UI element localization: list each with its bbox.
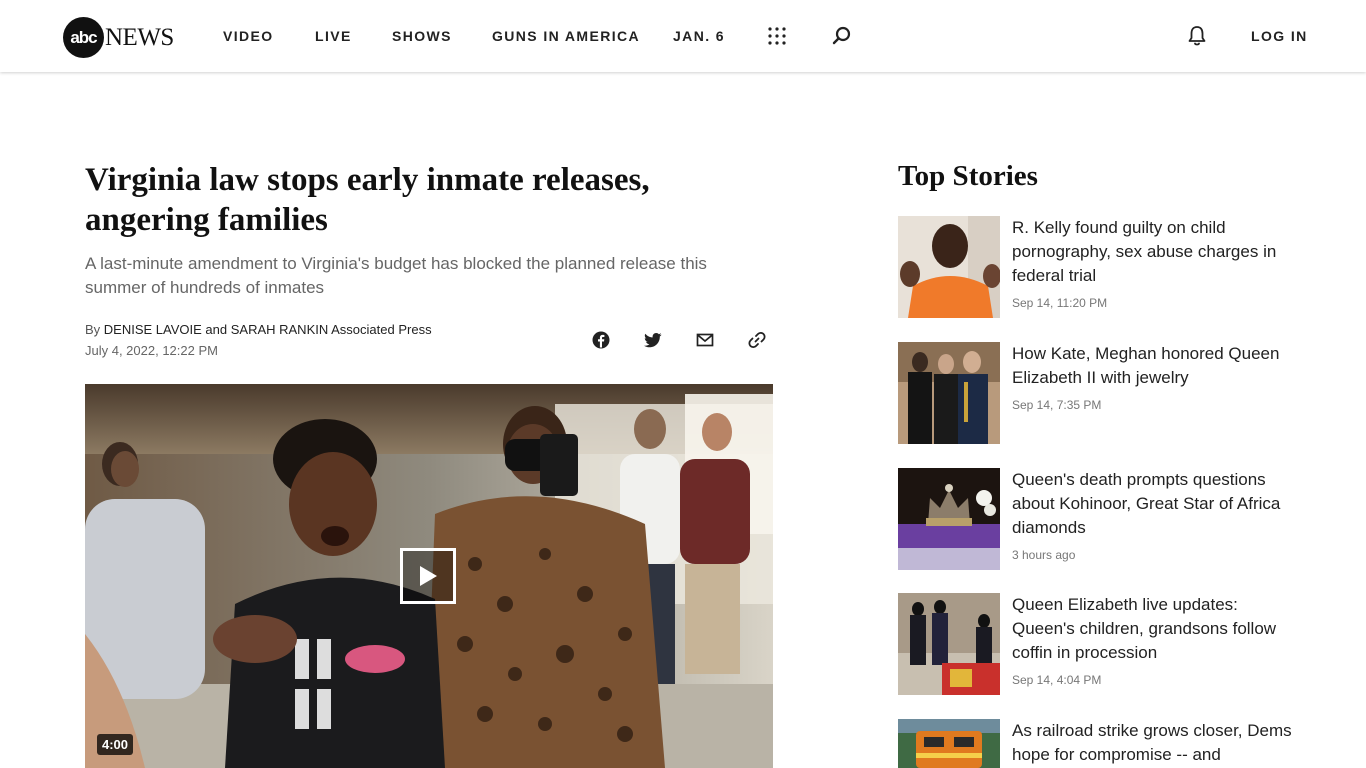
email-icon[interactable] bbox=[695, 330, 715, 350]
video-duration: 4:00 bbox=[97, 734, 134, 755]
top-story-item[interactable]: How Kate, Meghan honored Queen Elizabeth… bbox=[898, 342, 1298, 444]
story-title[interactable]: As railroad strike grows closer, Dems ho… bbox=[1012, 719, 1292, 767]
nav-guns-in-america[interactable]: GUNS IN AMERICA bbox=[492, 28, 640, 44]
article-date: July 4, 2022, 12:22 PM bbox=[85, 343, 218, 358]
nav-jan-6[interactable]: JAN. 6 bbox=[673, 28, 725, 44]
logo-badge: abc bbox=[63, 17, 104, 58]
logo-wordmark: NEWS bbox=[105, 23, 174, 51]
twitter-icon[interactable] bbox=[643, 330, 663, 350]
top-story-item[interactable]: As railroad strike grows closer, Dems ho… bbox=[898, 719, 1298, 768]
article-lead-video[interactable]: 4:00 bbox=[85, 384, 773, 768]
byline-authors[interactable]: DENISE LAVOIE and SARAH RANKIN Associate… bbox=[104, 322, 432, 337]
play-icon bbox=[420, 566, 437, 586]
top-stories-heading: Top Stories bbox=[898, 160, 1038, 192]
top-navigation-bar: abc NEWS VIDEO LIVE SHOWS GUNS IN AMERIC… bbox=[0, 0, 1366, 72]
byline-prefix: By bbox=[85, 322, 104, 337]
story-timestamp: Sep 14, 7:35 PM bbox=[1012, 398, 1102, 412]
story-timestamp: Sep 14, 11:20 PM bbox=[1012, 296, 1108, 310]
story-timestamp: 3 hours ago bbox=[1012, 548, 1076, 562]
nav-video[interactable]: VIDEO bbox=[223, 28, 274, 44]
story-thumbnail[interactable] bbox=[898, 342, 1000, 444]
link-icon[interactable] bbox=[747, 330, 767, 350]
article-byline: By DENISE LAVOIE and SARAH RANKIN Associ… bbox=[85, 322, 432, 337]
abc-news-logo[interactable]: abc NEWS bbox=[63, 17, 174, 58]
story-title[interactable]: How Kate, Meghan honored Queen Elizabeth… bbox=[1012, 342, 1292, 390]
login-link[interactable]: LOG IN bbox=[1251, 28, 1308, 44]
story-title[interactable]: Queen's death prompts questions about Ko… bbox=[1012, 468, 1292, 540]
story-thumbnail[interactable] bbox=[898, 719, 1000, 768]
story-thumbnail[interactable] bbox=[898, 216, 1000, 318]
article-dek: A last-minute amendment to Virginia's bu… bbox=[85, 254, 707, 297]
top-story-item[interactable]: Queen's death prompts questions about Ko… bbox=[898, 468, 1298, 570]
bell-icon[interactable] bbox=[1187, 25, 1207, 47]
nav-shows[interactable]: SHOWS bbox=[392, 28, 452, 44]
story-title[interactable]: Queen Elizabeth live updates: Queen's ch… bbox=[1012, 593, 1292, 665]
nav-live[interactable]: LIVE bbox=[315, 28, 352, 44]
play-button[interactable] bbox=[400, 548, 456, 604]
top-story-item[interactable]: Queen Elizabeth live updates: Queen's ch… bbox=[898, 593, 1298, 695]
story-thumbnail[interactable] bbox=[898, 593, 1000, 695]
facebook-icon[interactable] bbox=[591, 330, 611, 350]
apps-grid-icon[interactable] bbox=[767, 26, 787, 46]
story-title[interactable]: R. Kelly found guilty on child pornograp… bbox=[1012, 216, 1292, 288]
story-timestamp: Sep 14, 4:04 PM bbox=[1012, 673, 1102, 687]
search-icon[interactable] bbox=[832, 26, 852, 46]
story-thumbnail[interactable] bbox=[898, 468, 1000, 570]
top-story-item[interactable]: R. Kelly found guilty on child pornograp… bbox=[898, 216, 1298, 318]
article-headline: Virginia law stops early inmate releases… bbox=[85, 162, 650, 238]
